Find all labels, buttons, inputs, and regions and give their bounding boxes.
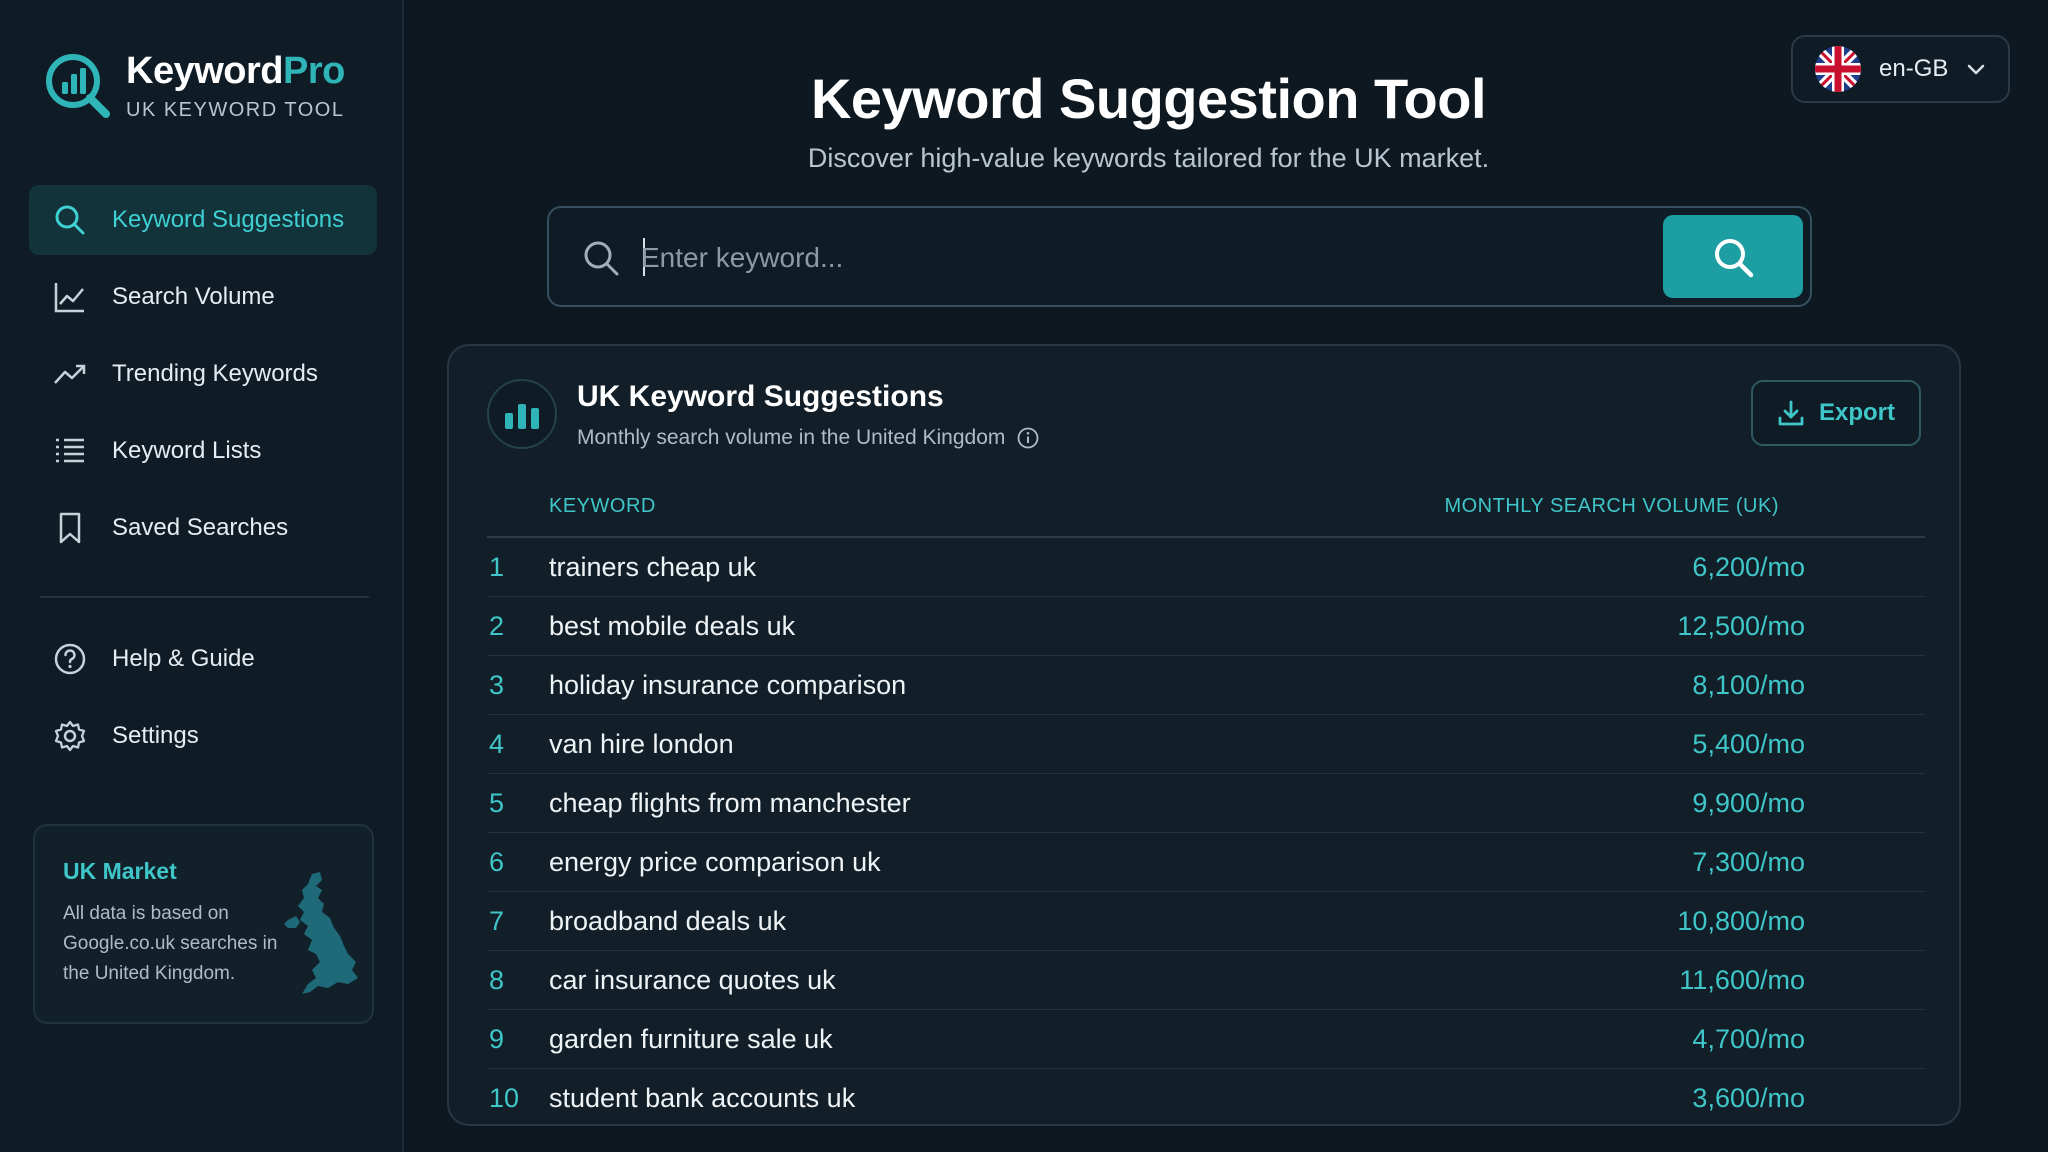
row-volume: 9,900/mo <box>1692 787 1805 818</box>
row-volume: 3,600/mo <box>1692 1083 1805 1113</box>
search-icon <box>53 203 87 237</box>
sidebar-item-saved-searches[interactable]: Saved Searches <box>29 493 377 563</box>
table-row[interactable]: 10 student bank accounts uk 3,600/mo <box>487 1069 1925 1128</box>
row-keyword: student bank accounts uk <box>549 1083 856 1113</box>
brand-name-accent: Pro <box>282 50 345 92</box>
table-row[interactable]: 6 energy price comparison uk 7,300/mo <box>487 833 1925 892</box>
table-row[interactable]: 3 holiday insurance comparison 8,100/mo <box>487 656 1925 715</box>
sidebar-item-settings[interactable]: Settings <box>29 701 377 771</box>
row-volume: 5,400/mo <box>1692 728 1805 759</box>
row-volume: 12,500/mo <box>1677 610 1805 641</box>
sidebar-item-search-volume[interactable]: Search Volume <box>29 262 377 332</box>
table-row[interactable]: 2 best mobile deals uk 12,500/mo <box>487 597 1925 656</box>
table-row[interactable]: 9 garden furniture sale uk 4,700/mo <box>487 1010 1925 1069</box>
page-title: Keyword Suggestion Tool <box>810 67 1487 130</box>
sidebar-item-label: Settings <box>112 722 199 749</box>
row-keyword: cheap flights from manchester <box>549 787 911 818</box>
help-circle-icon <box>53 642 87 676</box>
search-submit-button[interactable] <box>1663 215 1803 298</box>
keyword-search-bar <box>547 206 1812 307</box>
sidebar-item-label: Search Volume <box>112 283 275 310</box>
row-rank: 4 <box>489 728 505 759</box>
row-keyword: best mobile deals uk <box>549 610 796 641</box>
table-row[interactable]: 8 car insurance quotes uk 11,600/mo <box>487 951 1925 1010</box>
row-rank: 6 <box>489 846 505 877</box>
row-rank: 8 <box>489 964 505 995</box>
primary-nav: Keyword Suggestions Search Volume Trendi… <box>29 185 377 570</box>
row-rank: 3 <box>489 669 505 700</box>
row-keyword: car insurance quotes uk <box>549 964 836 995</box>
row-keyword: energy price comparison uk <box>549 846 881 877</box>
uk-market-card: UK Market All data is based on Google.co… <box>33 824 374 1024</box>
table-row[interactable]: 7 broadband deals uk 10,800/mo <box>487 892 1925 951</box>
panel-title: UK Keyword Suggestions <box>577 380 944 413</box>
row-keyword: holiday insurance comparison <box>549 669 907 700</box>
column-header-keyword[interactable]: KEYWORD <box>549 495 656 518</box>
row-rank: 2 <box>489 610 505 641</box>
keyword-table: KEYWORD MONTHLY SEARCH VOLUME (UK) 1 tra… <box>487 476 1925 1128</box>
line-chart-icon <box>53 280 87 314</box>
row-rank: 1 <box>489 551 505 582</box>
row-volume: 6,200/mo <box>1692 551 1805 582</box>
row-volume: 10,800/mo <box>1677 905 1805 936</box>
sidebar-item-label: Keyword Suggestions <box>112 206 345 233</box>
sidebar: KeywordPro UK KEYWORD TOOL Keyword Sugge… <box>0 0 404 1152</box>
export-label: Export <box>1818 399 1895 426</box>
sidebar-item-help-guide[interactable]: Help & Guide <box>29 624 377 694</box>
row-keyword: trainers cheap uk <box>549 551 757 582</box>
brand-subtitle: UK KEYWORD TOOL <box>126 99 345 121</box>
table-header: KEYWORD MONTHLY SEARCH VOLUME (UK) <box>487 476 1925 538</box>
column-header-volume[interactable]: MONTHLY SEARCH VOLUME (UK) <box>1444 495 1779 518</box>
row-rank: 9 <box>489 1023 505 1054</box>
list-icon <box>53 434 87 468</box>
table-row[interactable]: 5 cheap flights from manchester 9,900/mo <box>487 774 1925 833</box>
row-keyword: garden furniture sale uk <box>549 1023 833 1054</box>
keyword-suggestions-panel: UK Keyword Suggestions Monthly search vo… <box>447 344 1961 1126</box>
search-icon <box>581 238 621 278</box>
sidebar-item-keyword-suggestions[interactable]: Keyword Suggestions <box>29 185 377 255</box>
info-icon[interactable] <box>1017 427 1039 449</box>
brand-logo[interactable]: KeywordPro UK KEYWORD TOOL <box>42 50 345 122</box>
row-keyword: broadband deals uk <box>549 905 787 936</box>
sidebar-item-keyword-lists[interactable]: Keyword Lists <box>29 416 377 486</box>
row-rank: 5 <box>489 787 505 818</box>
row-rank: 10 <box>489 1083 520 1113</box>
row-volume: 4,700/mo <box>1692 1023 1805 1054</box>
row-volume: 11,600/mo <box>1679 964 1805 995</box>
download-icon <box>1778 400 1804 426</box>
row-rank: 7 <box>489 905 505 936</box>
row-keyword: van hire london <box>549 728 734 759</box>
table-row[interactable]: 1 trainers cheap uk 6,200/mo <box>487 538 1925 597</box>
bar-chart-icon <box>487 379 557 449</box>
secondary-nav: Help & Guide Settings <box>29 624 377 778</box>
page-subtitle: Discover high-value keywords tailored fo… <box>807 143 1490 173</box>
table-row[interactable]: 4 van hire london 5,400/mo <box>487 715 1925 774</box>
sidebar-divider <box>40 596 369 598</box>
panel-subtitle-text: Monthly search volume in the United King… <box>577 426 1006 449</box>
sidebar-item-trending-keywords[interactable]: Trending Keywords <box>29 339 377 409</box>
gear-icon <box>53 719 87 753</box>
panel-subtitle: Monthly search volume in the United King… <box>577 426 1039 450</box>
row-volume: 8,100/mo <box>1692 669 1805 700</box>
trending-up-icon <box>53 357 87 391</box>
search-icon <box>1715 238 1754 277</box>
sidebar-item-label: Keyword Lists <box>112 437 262 464</box>
bookmark-icon <box>53 511 87 545</box>
sidebar-item-label: Trending Keywords <box>112 360 318 387</box>
market-card-text: All data is based on Google.co.uk search… <box>63 903 278 984</box>
brand-name: KeywordPro <box>126 50 345 92</box>
row-volume: 7,300/mo <box>1692 846 1805 877</box>
sidebar-item-label: Help & Guide <box>112 645 255 672</box>
keyword-search-input[interactable] <box>641 228 1181 288</box>
export-button[interactable]: Export <box>1751 380 1921 446</box>
uk-map-icon <box>284 872 358 994</box>
logo-magnifier-chart-icon <box>46 54 110 118</box>
sidebar-item-label: Saved Searches <box>112 514 289 541</box>
